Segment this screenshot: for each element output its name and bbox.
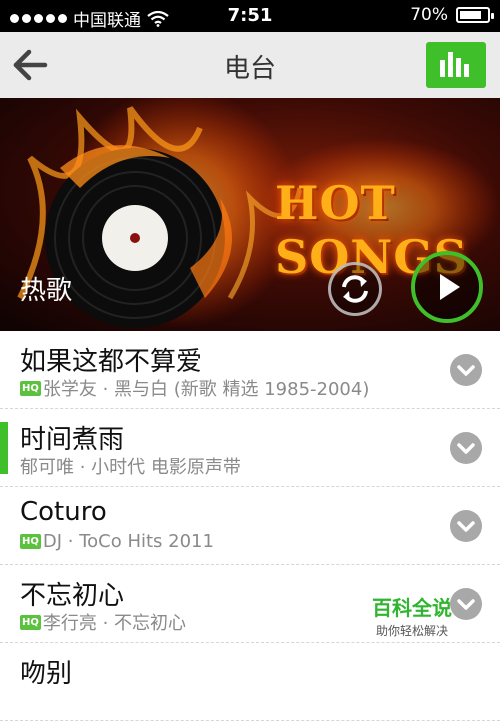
song-subtitle: DJ · ToCo Hits 2011 [42,531,214,552]
song-row[interactable]: 如果这都不算爱 HQ 张学友 · 黑与白 (新歌 精选 1985-2004) [0,331,500,409]
watermark-text: 百科全说 [372,596,452,620]
song-title: 时间煮雨 [20,425,125,455]
refresh-icon [342,275,368,303]
now-playing-button[interactable] [426,42,486,88]
hq-badge: HQ [20,534,41,549]
song-title: Coturo [20,497,107,527]
song-title: 如果这都不算爱 [20,347,203,377]
battery-icon [456,7,494,23]
equalizer-bars-icon [440,52,469,77]
watermark-logo: 百科全说 助你轻松解决 [366,592,458,639]
play-button[interactable] [411,251,483,323]
song-row[interactable]: 时间煮雨 郁可唯 · 小时代 电影原声带 [0,409,500,487]
chevron-down-icon [457,521,475,532]
battery-percent: 70% [410,5,448,25]
station-title: 热歌 [20,276,73,306]
play-icon [440,274,460,300]
song-list: 如果这都不算爱 HQ 张学友 · 黑与白 (新歌 精选 1985-2004) 时间… [0,331,500,721]
more-options-button[interactable] [450,432,482,464]
refresh-button[interactable] [328,262,382,316]
song-row[interactable]: Coturo HQ DJ · ToCo Hits 2011 [0,487,500,565]
song-subtitle: 李行亮 · 不忘初心 [42,613,187,634]
song-row[interactable]: 吻别 [0,643,500,721]
status-bar: 中国联通 7:51 70% [0,0,500,32]
song-subtitle: 郁可唯 · 小时代 电影原声带 [20,457,241,478]
song-title: 吻别 [20,659,73,689]
more-options-button[interactable] [450,510,482,542]
radio-banner[interactable]: HOT SONGS 热歌 [0,98,500,331]
now-playing-indicator [0,422,8,474]
page-title: 电台 [223,54,276,84]
song-subtitle: 张学友 · 黑与白 (新歌 精选 1985-2004) [42,379,370,400]
more-options-button[interactable] [450,354,482,386]
hq-badge: HQ [20,380,41,396]
watermark-tagline: 助你轻松解决 [375,624,448,638]
song-title: 不忘初心 [20,581,125,611]
chevron-down-icon [457,443,475,454]
navigation-bar: 电台 [0,32,500,99]
hq-badge: HQ [20,614,41,630]
chevron-down-icon [457,365,475,376]
